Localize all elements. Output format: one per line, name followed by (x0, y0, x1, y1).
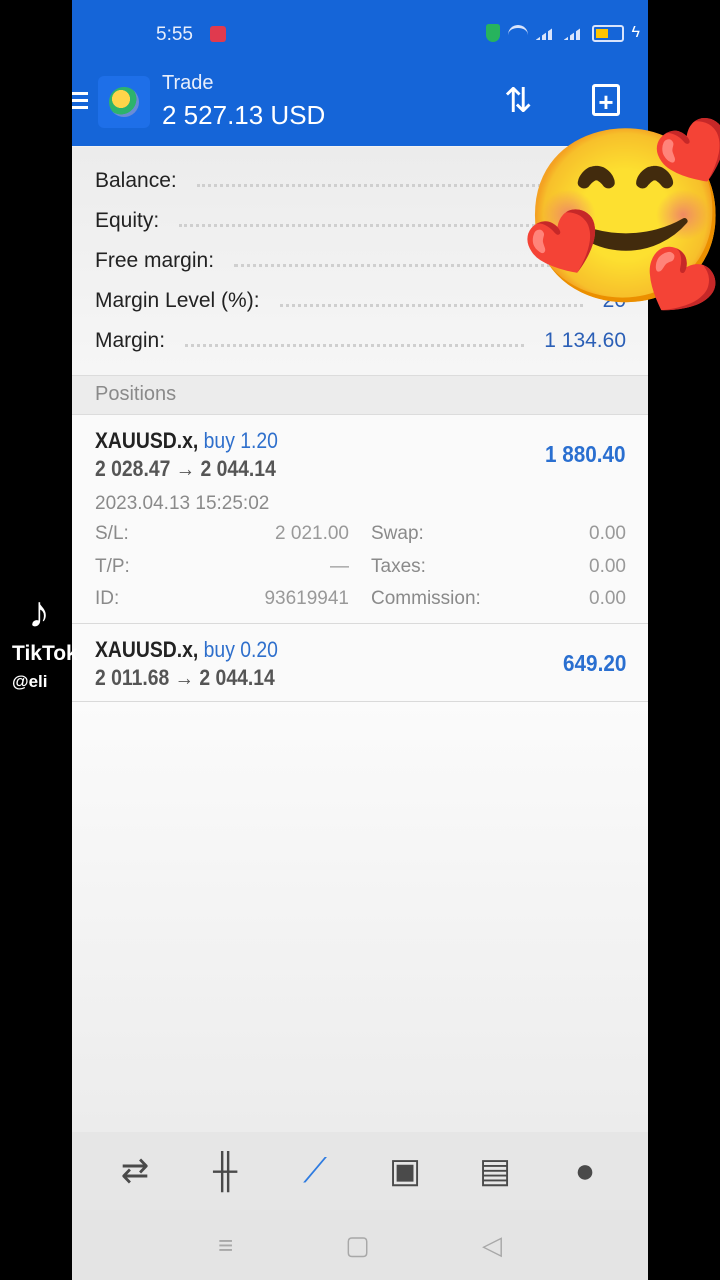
id-label: ID: (95, 588, 120, 609)
taxes-label: Taxes: (371, 555, 426, 577)
tiktok-username: @eli (12, 672, 48, 691)
recents-icon[interactable]: ≡ (218, 1230, 233, 1261)
balance-label: Balance: (95, 169, 177, 192)
position-profit: 649.20 (562, 650, 626, 676)
new-order-icon[interactable]: + (592, 84, 620, 117)
position-row[interactable]: XAUUSD.x, buy 0.20 2 011.68 → 2 044.14 6… (72, 624, 648, 702)
position-profit: 1 880.40 (545, 441, 626, 467)
commission-label: Commission: (371, 588, 481, 609)
position-title: XAUUSD.x, buy 0.20 (95, 637, 278, 663)
screen-record-icon (210, 26, 226, 42)
swap-value: 0.00 (589, 523, 626, 544)
free-margin-label: Free margin: (95, 249, 215, 272)
position-side: buy 1.20 (203, 428, 278, 453)
battery-icon (591, 24, 624, 42)
status-time: 5:55 (156, 24, 193, 45)
position-prices: 2 028.47 → 2 044.14 (95, 456, 276, 481)
messages-icon[interactable]: ● (560, 1146, 610, 1196)
position-side: buy 0.20 (203, 637, 278, 662)
commission-value: 0.00 (589, 588, 626, 609)
tiktok-logo-icon: ♪ (28, 588, 50, 637)
positions-title: Positions (95, 383, 177, 405)
back-icon[interactable]: ◁ (482, 1230, 502, 1261)
position-prices: 2 011.68 → 2 044.14 (95, 665, 275, 690)
margin-label: Margin: (95, 329, 166, 352)
tiktok-watermark: TikTok (12, 642, 78, 665)
account-balance: 2 527.13 USD (162, 100, 326, 130)
dot-leader (185, 343, 525, 347)
position-open-time: 2023.04.13 15:25:02 (95, 493, 270, 514)
home-icon[interactable]: ▢ (345, 1230, 370, 1261)
signal-icon (535, 26, 556, 40)
app-logo-icon (98, 76, 150, 128)
margin-value: 1 134.60 (544, 329, 626, 352)
quotes-icon[interactable]: ⇄ (110, 1146, 160, 1196)
trade-icon[interactable]: ⟋ (290, 1146, 340, 1196)
empty-area (72, 702, 648, 1132)
swap-label: Swap: (371, 523, 424, 544)
sl-label: S/L: (95, 523, 129, 544)
shield-icon (485, 24, 500, 42)
chart-icon[interactable]: ╫ (200, 1146, 250, 1196)
position-symbol: XAUUSD.x, (95, 428, 199, 453)
wifi-icon (507, 24, 528, 42)
position-row[interactable]: XAUUSD.x, buy 1.20 2 028.47 → 2 044.14 1… (72, 415, 648, 624)
sl-value: 2 021.00 (275, 523, 349, 544)
positions-header: Positions (72, 376, 648, 415)
bottom-nav: ⇄ ╫ ⟋ ▣ ▤ ● (72, 1132, 648, 1210)
position-details: S/L: 2 021.00 Swap: 0.00 T/P: — Taxes: 0… (95, 523, 626, 621)
menu-icon[interactable] (72, 92, 88, 112)
sort-icon[interactable]: ⇅ (504, 84, 533, 118)
system-nav-bar: ≡ ▢ ◁ (72, 1210, 648, 1280)
news-icon[interactable]: ▤ (470, 1146, 520, 1196)
id-value: 93619941 (264, 588, 349, 609)
charging-icon: ϟ (631, 24, 640, 41)
tp-value: — (330, 555, 349, 577)
status-icons: ϟ (485, 24, 640, 42)
taxes-value: 0.00 (589, 555, 626, 577)
page-title: Trade (162, 72, 214, 94)
history-icon[interactable]: ▣ (380, 1146, 430, 1196)
position-symbol: XAUUSD.x, (95, 637, 199, 662)
margin-level-label: Margin Level (%): (95, 289, 260, 312)
margin-row: Margin: 1 134.60 (95, 326, 626, 356)
smiling-hearts-emoji-icon: 🥰 (520, 122, 720, 312)
equity-label: Equity: (95, 209, 160, 232)
position-title: XAUUSD.x, buy 1.20 (95, 428, 278, 454)
signal-icon-2 (563, 26, 584, 40)
tp-label: T/P: (95, 555, 130, 577)
